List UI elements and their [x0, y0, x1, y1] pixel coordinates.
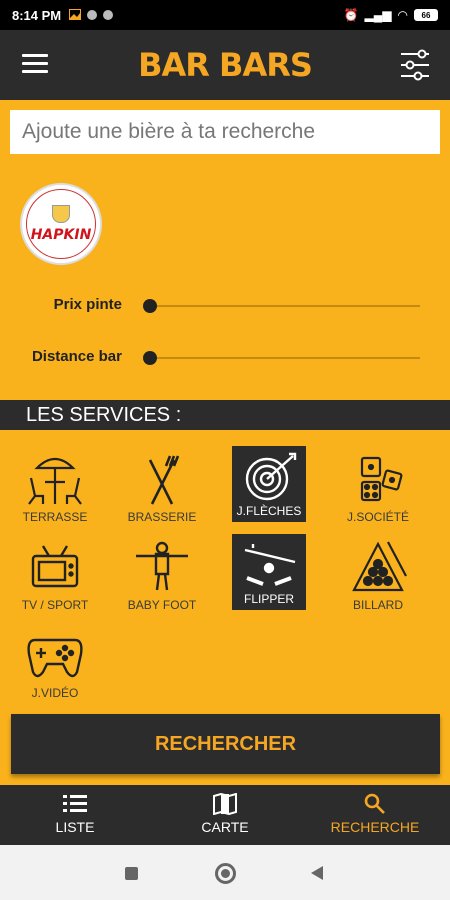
service-jeux-societe[interactable]: J.SOCIÉTÉ [328, 446, 428, 526]
list-icon [63, 795, 87, 812]
nav-label: CARTE [201, 819, 249, 835]
status-bar: 8:14 PM ⏰ ▂▄▆ ◠ 66 [0, 0, 450, 30]
app-logo: BAR BARS [138, 46, 313, 84]
search-icon [364, 793, 385, 814]
search-button[interactable]: RECHERCHER [11, 714, 440, 774]
service-flechettes[interactable]: J.FLÈCHES [232, 446, 306, 522]
home-icon[interactable] [215, 863, 236, 884]
service-label: J.FLÈCHES [236, 504, 302, 518]
nav-label: LISTE [55, 819, 95, 835]
service-label: BRASSERIE [127, 510, 197, 524]
service-brasserie[interactable]: BRASSERIE [112, 446, 212, 526]
service-label: BABY FOOT [127, 598, 197, 612]
search-panel: HAPKIN Prix pinte Distance bar LES SERVI… [0, 100, 450, 785]
billiard-icon [352, 541, 407, 592]
alarm-icon: ⏰ [343, 8, 359, 22]
service-jeux-video[interactable]: J.VIDÉO [5, 622, 105, 702]
pinball-icon [244, 544, 296, 586]
nav-liste[interactable]: LISTE [0, 785, 150, 845]
battery-level: 66 [421, 10, 431, 20]
dartboard-icon [245, 452, 297, 501]
nav-label: RECHERCHE [330, 819, 420, 835]
status-time: 8:14 PM [12, 7, 62, 23]
service-label: TERRASSE [22, 510, 88, 524]
filter-settings-icon[interactable] [400, 48, 430, 82]
wifi-icon: ◠ [397, 8, 408, 22]
distance-slider: Distance bar [0, 343, 450, 373]
service-flipper[interactable]: FLIPPER [232, 534, 306, 610]
price-slider-track[interactable] [148, 305, 420, 307]
service-tv-sport[interactable]: TV / SPORT [5, 534, 105, 614]
bottom-nav: LISTE CARTE RECHERCHE [0, 785, 450, 845]
service-baby-foot[interactable]: BABY FOOT [112, 534, 212, 614]
notification-dot-icon [103, 10, 114, 20]
beer-search-input[interactable] [10, 110, 440, 154]
dice-icon [360, 456, 403, 502]
distance-slider-label: Distance bar [31, 348, 122, 365]
battery-icon: 66 [414, 9, 438, 21]
price-slider: Prix pinte [0, 291, 450, 321]
fork-knife-icon [148, 455, 180, 505]
service-label: BILLARD [352, 598, 404, 612]
notification-dot-icon [87, 10, 98, 20]
app-bar: BAR BARS [0, 30, 450, 100]
service-label: J.VIDÉO [31, 686, 79, 700]
service-billard[interactable]: BILLARD [328, 534, 428, 614]
service-label: J.SOCIÉTÉ [346, 510, 409, 524]
nav-recherche[interactable]: RECHERCHE [300, 785, 450, 845]
service-label: TV / SPORT [21, 598, 89, 612]
service-terrasse[interactable]: TERRASSE [5, 446, 105, 526]
terrace-icon [28, 457, 82, 505]
tv-icon [31, 545, 79, 588]
services-heading: LES SERVICES : [0, 400, 450, 430]
signal-icon: ▂▄▆ [364, 8, 392, 22]
service-label: FLIPPER [243, 592, 294, 606]
distance-slider-track[interactable] [148, 357, 420, 359]
nav-carte[interactable]: CARTE [150, 785, 300, 845]
gamepad-icon [27, 638, 83, 678]
system-nav-bar [0, 845, 450, 900]
recent-apps-icon[interactable] [125, 867, 138, 880]
foosball-icon [136, 541, 188, 591]
map-icon [213, 793, 237, 815]
distance-slider-thumb[interactable] [143, 351, 157, 365]
back-icon[interactable] [311, 866, 323, 880]
price-slider-thumb[interactable] [143, 299, 157, 313]
selected-beer-logo[interactable]: HAPKIN [20, 183, 102, 265]
gallery-notification-icon [69, 8, 82, 23]
price-slider-label: Prix pinte [53, 296, 122, 313]
